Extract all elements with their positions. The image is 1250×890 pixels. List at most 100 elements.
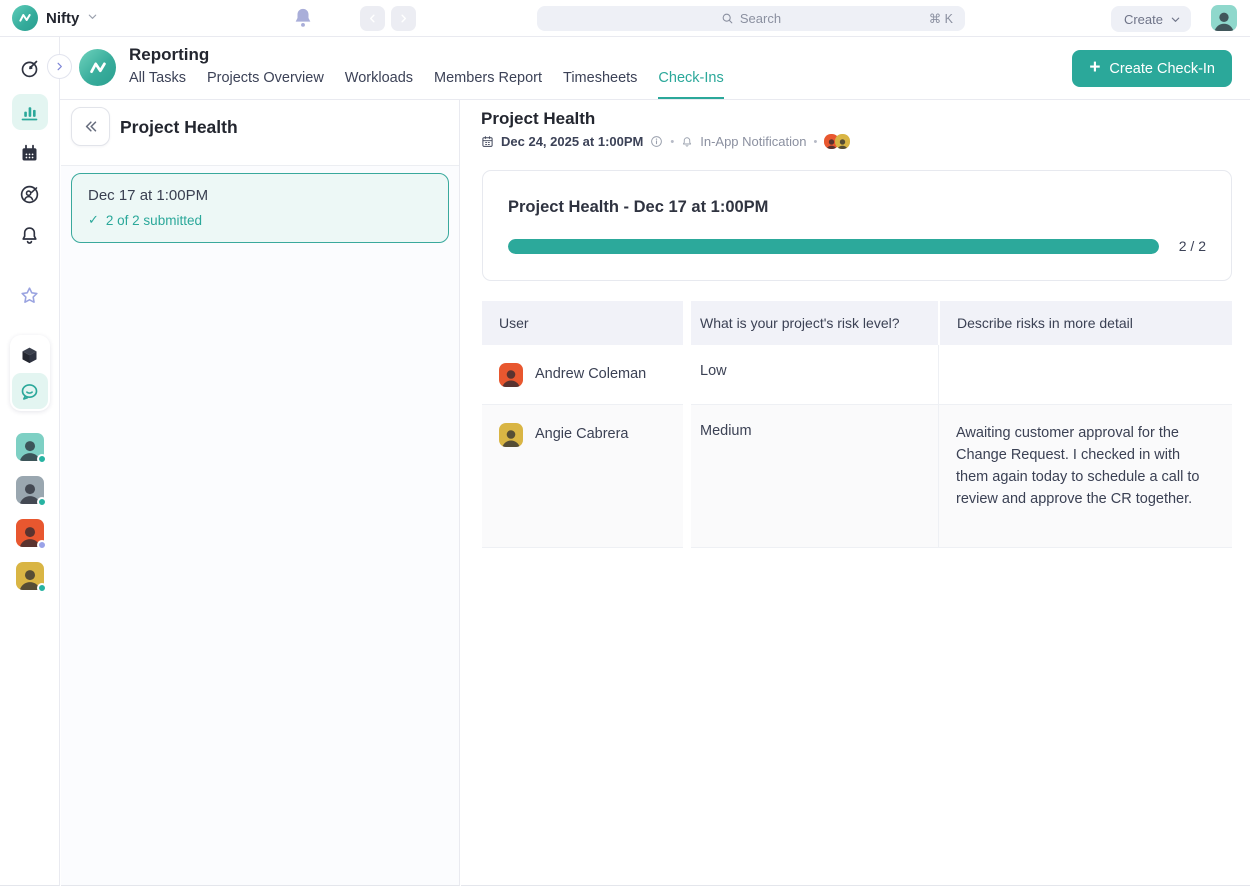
workspace-logo [79, 49, 116, 86]
respondent-name: Andrew Coleman [535, 363, 646, 382]
tab-workloads[interactable]: Workloads [345, 70, 413, 99]
my-work-icon[interactable] [12, 176, 48, 212]
status-dot [37, 497, 47, 507]
app-name: Nifty [46, 10, 79, 27]
table-row-user: Angie Cabrera [482, 405, 683, 548]
check-icon: ✓ [88, 212, 99, 228]
tab-all-tasks[interactable]: All Tasks [129, 70, 186, 99]
collapse-panel-button[interactable] [71, 107, 110, 146]
column-header-user: User [482, 301, 683, 345]
column-gap [683, 345, 691, 405]
checkin-panel-header: Project Health [61, 100, 459, 166]
checkin-summary-card: Project Health - Dec 17 at 1:00PM 2 / 2 [482, 170, 1232, 281]
teammate-avatars [16, 433, 44, 590]
checkin-title: Project Health [481, 109, 595, 129]
column-header-risk-level: What is your project's risk level? [691, 301, 938, 345]
checkin-meta: Dec 24, 2025 at 1:00PM • In-App Notifica… [481, 134, 850, 149]
search-shortcut: ⌘ K [929, 11, 953, 26]
tab-projects-overview[interactable]: Projects Overview [207, 70, 324, 99]
table-row-user: Andrew Coleman [482, 345, 683, 405]
tab-check-ins[interactable]: Check-Ins [658, 70, 723, 99]
chat-icon[interactable] [12, 373, 48, 409]
expand-sidebar-button[interactable] [47, 54, 72, 79]
teammate-avatar-3[interactable] [16, 519, 44, 547]
topbar: Nifty Search ⌘ K Create [0, 0, 1250, 37]
page-header: Reporting All Tasks Projects Overview Work… [60, 37, 1250, 100]
reports-icon[interactable] [12, 94, 48, 130]
respondent-avatar [499, 363, 523, 387]
create-checkin-button[interactable]: + Create Check-In [1072, 50, 1232, 87]
notifications-bell-icon[interactable] [292, 7, 314, 29]
checkin-detail: Project Health Dec 24, 2025 at 1:00PM • … [461, 100, 1250, 886]
reporting-tabs: All Tasks Projects Overview Workloads Membe… [129, 70, 724, 99]
submitted-count: 2 of 2 submitted [106, 213, 202, 228]
recipient-avatar-2 [835, 134, 850, 149]
plus-icon: + [1089, 58, 1100, 77]
workspace-switcher[interactable]: Nifty [12, 5, 98, 31]
progress-track [508, 239, 1159, 254]
checkin-datetime: Dec 24, 2025 at 1:00PM [501, 134, 643, 149]
create-button[interactable]: Create [1111, 6, 1191, 32]
checkin-list: Dec 17 at 1:00PM ✓ 2 of 2 submitted [61, 166, 459, 250]
avatar-photo [1211, 5, 1237, 31]
nifty-logo-icon [12, 5, 38, 31]
column-gap [683, 405, 691, 548]
tab-members-report[interactable]: Members Report [434, 70, 542, 99]
risk-level-cell: Medium [691, 405, 938, 548]
search-input[interactable]: Search ⌘ K [537, 6, 965, 31]
favorites-icon[interactable] [12, 277, 48, 313]
calendar-icon [481, 135, 494, 148]
responses-table: UserWhat is your project's risk level?De… [482, 301, 1232, 548]
checkin-list-item[interactable]: Dec 17 at 1:00PM ✓ 2 of 2 submitted [71, 173, 449, 243]
recipient-avatars [824, 134, 850, 149]
chevron-right-icon [54, 61, 65, 72]
avatar-photo [835, 134, 850, 149]
discover-icon[interactable] [12, 50, 48, 86]
notifications-icon[interactable] [12, 217, 48, 253]
projects-icon[interactable] [12, 337, 48, 373]
checkin-panel-title: Project Health [120, 117, 238, 138]
bell-outline-icon [681, 136, 693, 148]
teammate-avatar-1[interactable] [16, 433, 44, 461]
separator-dot: • [670, 136, 674, 148]
user-avatar-photo [1211, 5, 1237, 31]
page-title: Reporting [129, 45, 209, 65]
teammate-avatar-4[interactable] [16, 562, 44, 590]
respondent-avatar [499, 423, 523, 447]
info-icon[interactable] [650, 135, 663, 148]
user-avatar[interactable] [1211, 5, 1237, 36]
risk-detail-cell: Awaiting customer approval for the Chang… [938, 405, 1232, 548]
avatar-photo [499, 423, 523, 447]
chevron-down-icon [1170, 14, 1181, 25]
app-screen: Nifty Search ⌘ K Create [0, 0, 1250, 890]
search-placeholder: Search [740, 11, 781, 26]
column-header-risk-detail: Describe risks in more detail [938, 301, 1232, 345]
sidebar-rail [0, 37, 60, 886]
progress-fill [508, 239, 1159, 254]
checkin-list-panel: Project Health Dec 17 at 1:00PM ✓ 2 of 2 s… [61, 100, 460, 886]
tab-timesheets[interactable]: Timesheets [563, 70, 637, 99]
chevron-down-icon [87, 9, 98, 27]
history-nav [360, 6, 416, 31]
notification-type: In-App Notification [700, 134, 806, 149]
checkin-item-date: Dec 17 at 1:00PM [88, 187, 432, 204]
search-icon [721, 12, 734, 25]
risk-level-cell: Low [691, 345, 938, 405]
checkin-item-status: ✓ 2 of 2 submitted [88, 212, 432, 228]
rail-bottom-card [10, 335, 50, 411]
respondent-name: Angie Cabrera [535, 423, 629, 442]
summary-title: Project Health - Dec 17 at 1:00PM [508, 198, 1206, 217]
nav-back-button[interactable] [360, 6, 385, 31]
status-dot [37, 583, 47, 593]
status-dot [37, 540, 47, 550]
separator-dot: • [813, 136, 817, 148]
status-dot [37, 454, 47, 464]
avatar-photo [499, 363, 523, 387]
teammate-avatar-2[interactable] [16, 476, 44, 504]
progress-label: 2 / 2 [1159, 238, 1206, 254]
calendar-icon[interactable] [12, 135, 48, 171]
column-gap [683, 301, 691, 345]
risk-detail-cell [938, 345, 1232, 405]
submission-progress: 2 / 2 [508, 238, 1206, 254]
nav-forward-button[interactable] [391, 6, 416, 31]
